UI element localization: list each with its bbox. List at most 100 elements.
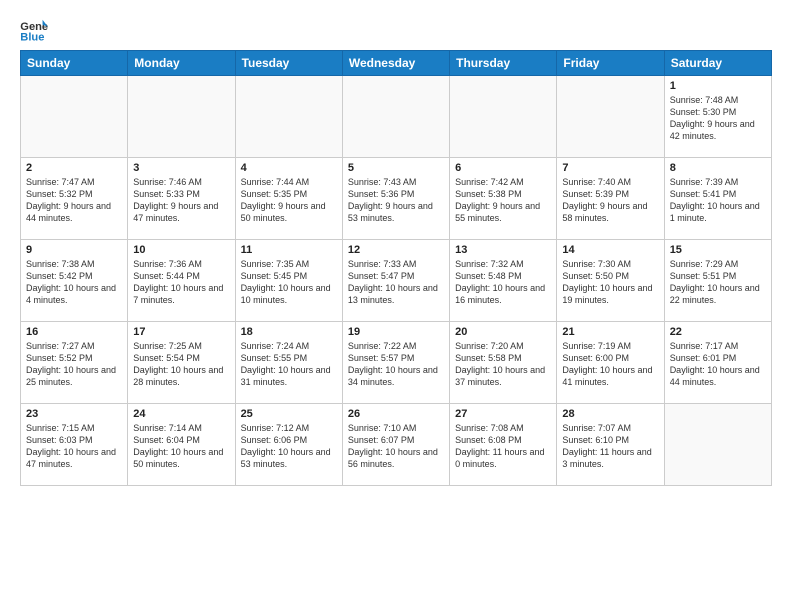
day-info: Sunrise: 7:22 AM Sunset: 5:57 PM Dayligh…: [348, 340, 444, 389]
svg-text:Blue: Blue: [20, 31, 44, 42]
day-info: Sunrise: 7:10 AM Sunset: 6:07 PM Dayligh…: [348, 422, 444, 471]
logo-icon: General Blue: [20, 18, 48, 42]
calendar-cell: 10Sunrise: 7:36 AM Sunset: 5:44 PM Dayli…: [128, 240, 235, 322]
weekday-header-monday: Monday: [128, 51, 235, 76]
calendar-cell: 22 Sunrise: 7:17 AM Sunset: 6:01 PM Dayli…: [664, 322, 771, 404]
day-number: 20: [455, 326, 551, 338]
day-number: 9: [26, 244, 122, 256]
calendar-cell: 12Sunrise: 7:33 AM Sunset: 5:47 PM Dayli…: [342, 240, 449, 322]
calendar-cell: [342, 76, 449, 158]
day-info: Sunrise: 7:32 AM Sunset: 5:48 PM Dayligh…: [455, 258, 551, 307]
day-number: 5: [348, 162, 444, 174]
calendar-cell: 4 Sunrise: 7:44 AM Sunset: 5:35 PM Daylig…: [235, 158, 342, 240]
day-info: Sunrise: 7:39 AM Sunset: 5:41 PM Dayligh…: [670, 176, 766, 225]
day-number: 3: [133, 162, 229, 174]
calendar-header-row: SundayMondayTuesdayWednesdayThursdayFrid…: [21, 51, 772, 76]
calendar-week-3: 9 Sunrise: 7:38 AM Sunset: 5:42 PM Daylig…: [21, 240, 772, 322]
calendar-cell: [450, 76, 557, 158]
calendar-cell: 5 Sunrise: 7:43 AM Sunset: 5:36 PM Daylig…: [342, 158, 449, 240]
day-info: Sunrise: 7:07 AM Sunset: 6:10 PM Dayligh…: [562, 422, 658, 471]
day-info: Sunrise: 7:12 AM Sunset: 6:06 PM Dayligh…: [241, 422, 337, 471]
day-info: Sunrise: 7:47 AM Sunset: 5:32 PM Dayligh…: [26, 176, 122, 225]
calendar-cell: [128, 76, 235, 158]
calendar-cell: 14Sunrise: 7:30 AM Sunset: 5:50 PM Dayli…: [557, 240, 664, 322]
weekday-header-sunday: Sunday: [21, 51, 128, 76]
day-number: 19: [348, 326, 444, 338]
calendar-cell: 18 Sunrise: 7:24 AM Sunset: 5:55 PM Dayli…: [235, 322, 342, 404]
day-number: 11: [241, 244, 337, 256]
day-info: Sunrise: 7:17 AM Sunset: 6:01 PM Dayligh…: [670, 340, 766, 389]
calendar-cell: 6 Sunrise: 7:42 AM Sunset: 5:38 PM Daylig…: [450, 158, 557, 240]
calendar-cell: [664, 404, 771, 486]
day-number: 23: [26, 408, 122, 420]
weekday-header-friday: Friday: [557, 51, 664, 76]
calendar-week-4: 16 Sunrise: 7:27 AM Sunset: 5:52 PM Dayli…: [21, 322, 772, 404]
day-info: Sunrise: 7:43 AM Sunset: 5:36 PM Dayligh…: [348, 176, 444, 225]
day-info: Sunrise: 7:42 AM Sunset: 5:38 PM Dayligh…: [455, 176, 551, 225]
calendar-cell: 25 Sunrise: 7:12 AM Sunset: 6:06 PM Dayli…: [235, 404, 342, 486]
day-number: 14: [562, 244, 658, 256]
day-number: 22: [670, 326, 766, 338]
weekday-header-wednesday: Wednesday: [342, 51, 449, 76]
calendar-week-5: 23 Sunrise: 7:15 AM Sunset: 6:03 PM Dayli…: [21, 404, 772, 486]
day-info: Sunrise: 7:29 AM Sunset: 5:51 PM Dayligh…: [670, 258, 766, 307]
day-info: Sunrise: 7:40 AM Sunset: 5:39 PM Dayligh…: [562, 176, 658, 225]
day-info: Sunrise: 7:24 AM Sunset: 5:55 PM Dayligh…: [241, 340, 337, 389]
day-number: 24: [133, 408, 229, 420]
calendar-cell: 2 Sunrise: 7:47 AM Sunset: 5:32 PM Daylig…: [21, 158, 128, 240]
day-number: 18: [241, 326, 337, 338]
calendar-cell: 15Sunrise: 7:29 AM Sunset: 5:51 PM Dayli…: [664, 240, 771, 322]
header: General Blue: [20, 18, 772, 42]
day-info: Sunrise: 7:20 AM Sunset: 5:58 PM Dayligh…: [455, 340, 551, 389]
day-number: 1: [670, 80, 766, 92]
day-info: Sunrise: 7:38 AM Sunset: 5:42 PM Dayligh…: [26, 258, 122, 307]
day-info: Sunrise: 7:08 AM Sunset: 6:08 PM Dayligh…: [455, 422, 551, 471]
day-info: Sunrise: 7:15 AM Sunset: 6:03 PM Dayligh…: [26, 422, 122, 471]
weekday-header-saturday: Saturday: [664, 51, 771, 76]
day-number: 21: [562, 326, 658, 338]
day-number: 6: [455, 162, 551, 174]
day-info: Sunrise: 7:19 AM Sunset: 6:00 PM Dayligh…: [562, 340, 658, 389]
calendar-cell: 21 Sunrise: 7:19 AM Sunset: 6:00 PM Dayli…: [557, 322, 664, 404]
day-number: 4: [241, 162, 337, 174]
weekday-header-tuesday: Tuesday: [235, 51, 342, 76]
day-info: Sunrise: 7:48 AM Sunset: 5:30 PM Dayligh…: [670, 94, 766, 143]
day-number: 28: [562, 408, 658, 420]
day-info: Sunrise: 7:35 AM Sunset: 5:45 PM Dayligh…: [241, 258, 337, 307]
calendar-cell: 7 Sunrise: 7:40 AM Sunset: 5:39 PM Daylig…: [557, 158, 664, 240]
calendar-week-2: 2 Sunrise: 7:47 AM Sunset: 5:32 PM Daylig…: [21, 158, 772, 240]
calendar-cell: 8 Sunrise: 7:39 AM Sunset: 5:41 PM Daylig…: [664, 158, 771, 240]
calendar-cell: 13 Sunrise: 7:32 AM Sunset: 5:48 PM Dayli…: [450, 240, 557, 322]
calendar-cell: [235, 76, 342, 158]
day-number: 26: [348, 408, 444, 420]
day-number: 16: [26, 326, 122, 338]
calendar-week-1: 1 Sunrise: 7:48 AM Sunset: 5:30 PM Daylig…: [21, 76, 772, 158]
day-number: 27: [455, 408, 551, 420]
calendar-cell: 1 Sunrise: 7:48 AM Sunset: 5:30 PM Daylig…: [664, 76, 771, 158]
day-info: Sunrise: 7:25 AM Sunset: 5:54 PM Dayligh…: [133, 340, 229, 389]
calendar-cell: [557, 76, 664, 158]
calendar-cell: 20 Sunrise: 7:20 AM Sunset: 5:58 PM Dayli…: [450, 322, 557, 404]
day-info: Sunrise: 7:27 AM Sunset: 5:52 PM Dayligh…: [26, 340, 122, 389]
day-info: Sunrise: 7:46 AM Sunset: 5:33 PM Dayligh…: [133, 176, 229, 225]
day-number: 12: [348, 244, 444, 256]
calendar-cell: 27 Sunrise: 7:08 AM Sunset: 6:08 PM Dayli…: [450, 404, 557, 486]
day-number: 8: [670, 162, 766, 174]
day-number: 13: [455, 244, 551, 256]
day-info: Sunrise: 7:36 AM Sunset: 5:44 PM Dayligh…: [133, 258, 229, 307]
calendar-cell: [21, 76, 128, 158]
day-number: 17: [133, 326, 229, 338]
day-number: 2: [26, 162, 122, 174]
calendar-cell: 16 Sunrise: 7:27 AM Sunset: 5:52 PM Dayli…: [21, 322, 128, 404]
calendar-cell: 11 Sunrise: 7:35 AM Sunset: 5:45 PM Dayli…: [235, 240, 342, 322]
logo: General Blue: [20, 18, 52, 42]
day-number: 25: [241, 408, 337, 420]
calendar-cell: 28 Sunrise: 7:07 AM Sunset: 6:10 PM Dayli…: [557, 404, 664, 486]
calendar-cell: 26 Sunrise: 7:10 AM Sunset: 6:07 PM Dayli…: [342, 404, 449, 486]
calendar-cell: 9 Sunrise: 7:38 AM Sunset: 5:42 PM Daylig…: [21, 240, 128, 322]
weekday-header-thursday: Thursday: [450, 51, 557, 76]
day-info: Sunrise: 7:44 AM Sunset: 5:35 PM Dayligh…: [241, 176, 337, 225]
page: General Blue SundayMondayTuesdayWednesda…: [0, 0, 792, 612]
calendar-cell: 19 Sunrise: 7:22 AM Sunset: 5:57 PM Dayli…: [342, 322, 449, 404]
day-number: 7: [562, 162, 658, 174]
